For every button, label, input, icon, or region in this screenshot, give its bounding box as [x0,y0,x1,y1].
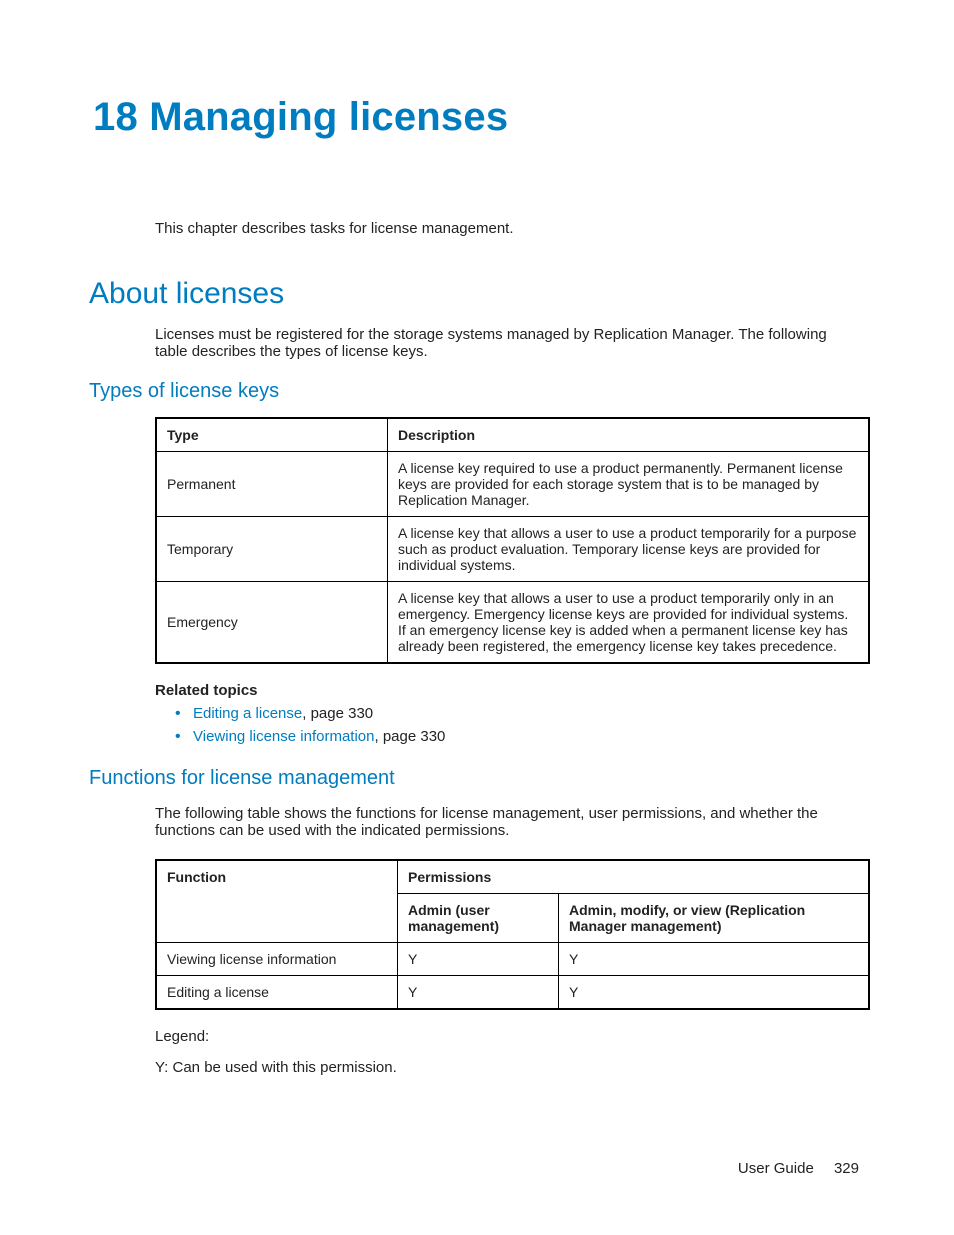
cell-type: Permanent [156,452,388,517]
th-function: Function [156,860,398,943]
footer-doc: User Guide [738,1160,814,1177]
cell-function: Editing a license [156,976,398,1010]
legend: Legend: Y: Can be used with this permiss… [155,1028,859,1076]
cell-admin-rep: Y [559,976,870,1010]
cell-admin-user: Y [398,943,559,976]
table-row: Emergency A license key that allows a us… [156,582,869,664]
chapter-title: 18 Managing licenses [93,95,859,140]
functions-body: The following table shows the functions … [155,805,859,839]
related-suffix: , page 330 [302,705,373,722]
cell-description: A license key that allows a user to use … [388,517,870,582]
th-permissions: Permissions [398,860,870,894]
cell-admin-user: Y [398,976,559,1010]
chapter-intro: This chapter describes tasks for license… [155,220,859,237]
th-admin-user: Admin (user management) [398,894,559,943]
related-link[interactable]: Editing a license [193,705,302,722]
related-link[interactable]: Viewing license information [193,728,375,745]
th-type: Type [156,418,388,452]
related-topics-heading: Related topics [155,682,859,699]
functions-subsection-title: Functions for license management [89,767,859,790]
table-row: Permanent A license key required to use … [156,452,869,517]
functions-table: Function Permissions Admin (user managem… [155,859,870,1010]
table-row: Temporary A license key that allows a us… [156,517,869,582]
legend-label: Legend: [155,1028,859,1045]
cell-description: A license key required to use a product … [388,452,870,517]
cell-type: Temporary [156,517,388,582]
cell-admin-rep: Y [559,943,870,976]
table-row: Viewing license information Y Y [156,943,869,976]
cell-type: Emergency [156,582,388,664]
cell-description: A license key that allows a user to use … [388,582,870,664]
types-subsection-title: Types of license keys [89,380,859,403]
section-about-body: Licenses must be registered for the stor… [155,326,859,360]
th-description: Description [388,418,870,452]
license-types-table: Type Description Permanent A license key… [155,417,870,664]
page-footer: User Guide 329 [738,1160,859,1177]
list-item: Viewing license information, page 330 [175,728,859,745]
table-row: Editing a license Y Y [156,976,869,1010]
legend-y: Y: Can be used with this permission. [155,1059,859,1076]
related-suffix: , page 330 [375,728,446,745]
section-about-title: About licenses [89,277,859,311]
th-admin-rep: Admin, modify, or view (Replication Mana… [559,894,870,943]
list-item: Editing a license, page 330 [175,705,859,722]
cell-function: Viewing license information [156,943,398,976]
footer-page-number: 329 [834,1160,859,1177]
related-topics-list: Editing a license, page 330 Viewing lice… [175,705,859,745]
